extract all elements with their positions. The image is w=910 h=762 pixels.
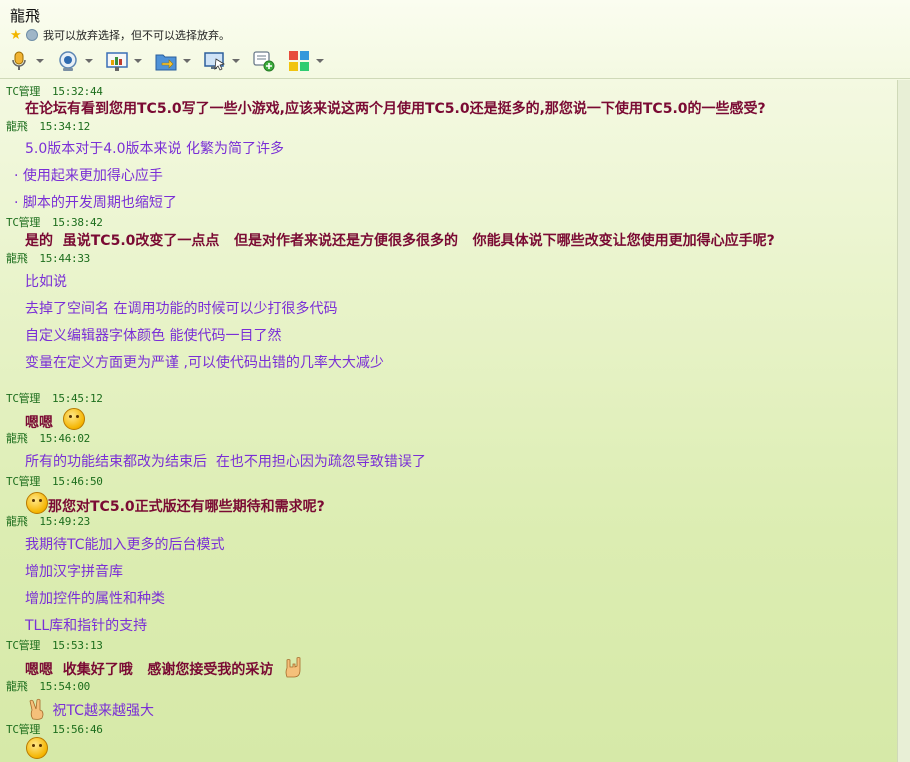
remote-assist-button[interactable] [204, 50, 240, 72]
message-text: 在论坛有看到您用TC5.0写了一些小游戏,应该来说这两个月使用TC5.0还是挺多… [25, 101, 766, 117]
video-button[interactable] [57, 50, 93, 72]
message-time: 15:34:12 [39, 120, 90, 133]
chevron-down-icon[interactable] [85, 59, 93, 63]
message-header: 龍飛 15:44:33 [6, 250, 90, 266]
message-header: TC管理 15:53:13 [6, 637, 103, 653]
presentation-icon [106, 52, 128, 71]
message-sender: TC管理 [6, 216, 41, 229]
chat-scrollbar[interactable] [897, 80, 910, 762]
message-header: 龍飛 15:54:00 [6, 678, 90, 694]
message-sender: TC管理 [6, 639, 41, 652]
message-time: 15:32:44 [52, 85, 103, 98]
message-text: 我期待TC能加入更多的后台模式 [25, 537, 225, 553]
signature-row: ★ 我可以放弃选择，但不可以选择放弃。 [10, 27, 230, 43]
message-header: TC管理 15:32:44 [6, 83, 103, 99]
chevron-down-icon[interactable] [134, 59, 142, 63]
header-divider [0, 78, 910, 79]
message-text: · 脚本的开发周期也缩短了 [14, 195, 177, 211]
message-text: 比如说 [25, 274, 67, 290]
message-time: 15:49:23 [39, 515, 90, 528]
send-file-button[interactable] [155, 50, 191, 72]
chevron-down-icon[interactable] [183, 59, 191, 63]
chevron-down-icon[interactable] [232, 59, 240, 63]
message-sender: TC管理 [6, 85, 41, 98]
message-sender: 龍飛 [6, 120, 28, 133]
message-text: · 使用起来更加得心应手 [14, 168, 163, 184]
message-time: 15:46:02 [39, 432, 90, 445]
message-sender: TC管理 [6, 392, 41, 405]
message-text: 祝TC越来越强大 [28, 698, 154, 720]
message-text: 增加汉字拼音库 [25, 564, 123, 580]
message-header: 龍飛 15:34:12 [6, 118, 90, 134]
message-time: 15:53:13 [52, 639, 103, 652]
message-header: 龍飛 15:49:23 [6, 513, 90, 529]
sms-button[interactable] [253, 50, 275, 72]
message-time: 15:44:33 [39, 252, 90, 265]
message-header: 龍飛 15:46:02 [6, 430, 90, 446]
chat-window-header: 龍飛 ★ 我可以放弃选择，但不可以选择放弃。 [0, 0, 910, 78]
message-sender: 龍飛 [6, 432, 28, 445]
rock-hand-icon [285, 657, 301, 678]
contact-signature: 我可以放弃选择，但不可以选择放弃。 [43, 29, 230, 42]
message-text: 嗯嗯 [25, 408, 85, 432]
message-header: TC管理 15:46:50 [6, 473, 103, 489]
blush-emoji-icon [62, 408, 85, 430]
star-icon: ★ [10, 27, 22, 43]
message-text: 变量在定义方面更为严谨 ,可以使代码出错的几率大大减少 [25, 355, 384, 371]
message-sender: 龍飛 [6, 515, 28, 528]
chat-history[interactable]: TC管理 15:32:44 在论坛有看到您用TC5.0写了一些小游戏,应该来说这两… [0, 80, 897, 762]
blush-emoji-icon [26, 737, 48, 759]
message-time: 15:54:00 [39, 680, 90, 693]
message-text: 去掉了空间名 在调用功能的时候可以少打很多代码 [25, 301, 338, 317]
share-screen-button[interactable] [106, 50, 142, 72]
message-text [26, 737, 48, 760]
message-text: 是的 虽说TC5.0改变了一点点 但是对作者来说还是方便很多很多的 你能具体说下… [25, 233, 775, 249]
message-add-icon [253, 51, 275, 72]
message-time: 15:56:46 [52, 723, 103, 736]
message-time: 15:46:50 [52, 475, 103, 488]
remote-assist-icon [204, 52, 226, 71]
status-icon [26, 29, 38, 41]
message-text: 嗯嗯 收集好了哦 感谢您接受我的采访 [25, 657, 303, 679]
message-sender: 龍飛 [6, 252, 28, 265]
message-header: TC管理 15:45:12 [6, 390, 103, 406]
webcam-icon [59, 51, 77, 71]
message-time: 15:45:12 [52, 392, 103, 405]
chevron-down-icon[interactable] [36, 59, 44, 63]
folder-transfer-icon [155, 54, 177, 71]
apps-grid-icon [289, 51, 309, 71]
message-time: 15:38:42 [52, 216, 103, 229]
message-header: TC管理 15:38:42 [6, 214, 103, 230]
toolbar [8, 48, 337, 74]
message-text: TLL库和指针的支持 [25, 618, 148, 634]
message-header: TC管理 15:56:46 [6, 721, 103, 737]
message-text: 增加控件的属性和种类 [25, 591, 165, 607]
victory-hand-icon [29, 698, 44, 720]
message-sender: TC管理 [6, 723, 41, 736]
message-text: 5.0版本对于4.0版本来说 化繁为简了许多 [25, 141, 284, 157]
contact-name[interactable]: 龍飛 [10, 5, 40, 26]
message-sender: 龍飛 [6, 680, 28, 693]
apps-button[interactable] [288, 50, 324, 72]
smile-emoji-icon [26, 492, 48, 514]
message-text: 自定义编辑器字体颜色 能使代码一目了然 [25, 328, 282, 344]
message-sender: TC管理 [6, 475, 41, 488]
microphone-icon [12, 51, 26, 70]
message-text: 所有的功能结束都改为结束后 在也不用担心因为疏忽导致错误了 [25, 454, 426, 470]
chevron-down-icon[interactable] [316, 59, 324, 63]
voice-button[interactable] [8, 50, 44, 72]
